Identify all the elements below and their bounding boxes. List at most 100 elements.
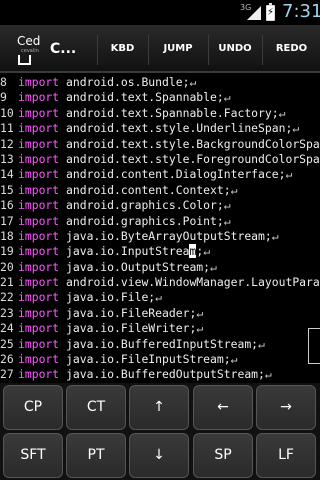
code-text: java.io.FileReader; [59,305,197,320]
code-line[interactable]: 13 import android.text.style.ForegroundCo… [0,152,320,167]
newline-icon: ↵ [223,198,231,213]
newline-icon: ↵ [223,213,231,228]
newline-icon: ↵ [189,75,197,89]
code-line[interactable]: 10 import android.text.Spannable.Factory;… [0,106,320,121]
code-line[interactable]: 25 import java.io.BufferedInputStream;↵ [0,337,320,352]
keyword: import [18,352,60,367]
jump-button[interactable]: JUMP [149,39,207,59]
line-number: 16 [0,198,14,213]
shift-key[interactable]: SFT [3,433,63,478]
code-text: android.graphics.Color; [59,198,224,213]
code-line[interactable]: 17 import android.graphics.Point;↵ [0,214,320,229]
code-line[interactable]: 22 import java.io.File;↵ [0,290,320,305]
newline-icon: ↵ [264,367,272,382]
keyword: import [18,136,60,151]
code-line[interactable]: 20 import java.io.OutputStream;↵ [0,260,320,275]
paste-key[interactable]: PT [66,433,126,478]
line-number: 8 [0,75,7,89]
code-line[interactable]: 15 import android.content.Context;↵ [0,183,320,198]
keyword: import [18,75,60,89]
code-line[interactable]: 16 import android.graphics.Color;↵ [0,198,320,213]
code-line[interactable]: 9 import android.text.Spannable;↵ [0,90,320,105]
keyword: import [18,367,60,382]
keyword: import [18,290,60,305]
line-number: 20 [0,259,14,274]
signal-icon [247,6,261,20]
code-text: android.text.style.UnderlineSpan; [59,121,293,136]
newline-icon: ↵ [278,105,286,120]
line-number: 24 [0,321,14,336]
code-text: java.io.InputStrea [59,244,190,259]
code-editor[interactable]: 8 import android.os.Bundle;↵ 9 import andro… [0,75,320,385]
keyword: import [18,90,60,105]
scroll-handle[interactable] [308,328,320,364]
line-number: 26 [0,352,14,367]
code-text: android.graphics.Point; [59,213,224,228]
keyword: import [18,259,60,274]
redo-button[interactable]: REDO [263,39,320,59]
newline-icon: ↵ [203,244,211,259]
clock: 7:31 [282,1,320,22]
newline-icon: ↵ [230,352,238,367]
newline-icon: ↵ [196,321,204,336]
line-number: 19 [0,244,14,259]
code-text: java.io.BufferedInputStream; [59,336,259,351]
code-line[interactable]: 14 import android.content.DialogInterface… [0,167,320,182]
code-line[interactable]: 12 import android.text.style.BackgroundCo… [0,137,320,152]
line-number: 18 [0,228,14,243]
line-number: 14 [0,167,14,182]
code-line[interactable]: 26 import java.io.FileInputStream;↵ [0,352,320,367]
code-line[interactable]: 11 import android.text.style.UnderlineSpa… [0,121,320,136]
code-line[interactable]: 24 import java.io.FileWriter;↵ [0,321,320,336]
arrow-right-key[interactable]: → [256,385,316,430]
line-number: 11 [0,121,14,136]
keyword: import [18,244,60,259]
undo-button[interactable]: UNDO [209,39,261,59]
keyword: import [18,305,60,320]
space-key[interactable]: SP [193,433,253,478]
code-text: android.text.Spannable; [59,90,224,105]
app-logo[interactable]: Ced cevalin [12,31,48,69]
arrow-down-key[interactable]: ↓ [129,433,189,478]
code-text: android.text.Spannable.Factory; [59,105,279,120]
code-line[interactable]: 21 import android.view.WindowManager.Layo… [0,275,320,290]
arrow-left-key[interactable]: ← [193,385,253,430]
keyword: import [18,275,60,290]
code-line[interactable]: 19 import java.io.InputStream;↵ [0,244,320,259]
keyboard-button[interactable]: KBD [98,39,147,59]
code-text: java.io.FileWriter; [59,321,197,336]
arrow-up-key[interactable]: ↑ [129,385,189,430]
bracket-icon [18,55,31,65]
keyword: import [18,198,60,213]
line-number: 22 [0,290,14,305]
code-text: java.io.File; [59,290,156,305]
newline-icon: ↵ [155,290,163,305]
newline-icon: ↵ [196,305,204,320]
keyword: import [18,321,60,336]
status-bar: 3G ⚡ 7:31 [0,0,320,25]
line-number: 27 [0,367,14,382]
keyword: import [18,167,60,182]
app-logo-subtext: cevalin [21,48,39,54]
line-number: 23 [0,305,14,320]
newline-icon: ↵ [223,90,231,105]
charging-icon: ⚡ [266,7,275,18]
code-line[interactable]: 27 import java.io.BufferedOutputStream;↵ [0,367,320,382]
keyword: import [18,213,60,228]
code-text: android.text.style.BackgroundColorSpa [59,136,320,151]
linefeed-key[interactable]: LF [256,433,316,478]
code-line[interactable]: 8 import android.os.Bundle;↵ [0,75,320,90]
keyword: import [18,336,60,351]
cut-key[interactable]: CT [66,385,126,430]
app-logo-text: Ced [17,34,41,48]
code-line[interactable]: 23 import java.io.FileReader;↵ [0,306,320,321]
newline-icon: ↵ [292,121,300,136]
code-text: android.content.Context; [59,182,231,197]
keyword: import [18,182,60,197]
file-title[interactable]: C... [50,41,76,57]
code-text: android.content.DialogInterface; [59,167,286,182]
newline-icon: ↵ [285,167,293,182]
code-line[interactable]: 18 import java.io.ByteArrayOutputStream;↵ [0,229,320,244]
line-number: 9 [0,90,7,105]
copy-key[interactable]: CP [3,385,63,430]
